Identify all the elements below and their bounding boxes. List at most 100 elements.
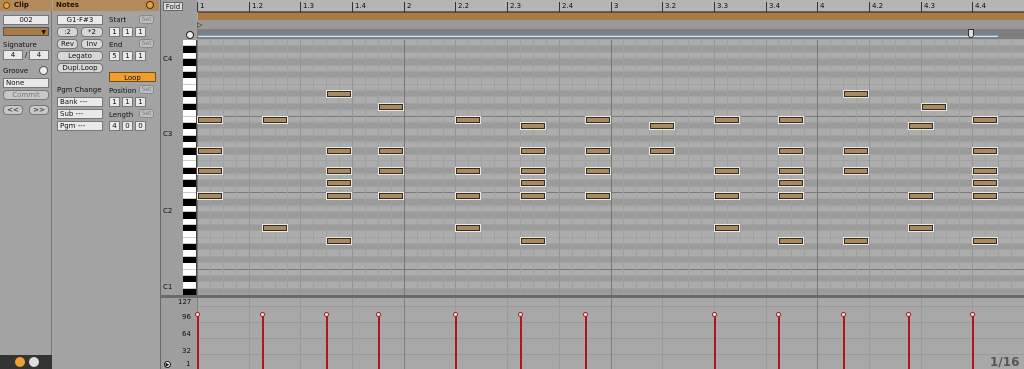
end-beat[interactable]: 1 [122,51,133,61]
velocity-handle[interactable] [970,312,975,317]
velocity-handle[interactable] [376,312,381,317]
midi-note[interactable] [456,193,480,199]
midi-note[interactable] [844,148,868,154]
midi-note[interactable] [327,148,351,154]
signature-numerator[interactable]: 4 [3,50,23,60]
velocity-stem[interactable] [908,315,910,369]
end-bar[interactable]: 5 [109,51,120,61]
prev-clip-button[interactable]: << [3,105,23,115]
midi-note[interactable] [586,193,610,199]
length-beats[interactable]: 0 [122,121,133,131]
midi-note[interactable] [521,123,545,129]
velocity-handle[interactable] [583,312,588,317]
midi-note[interactable] [586,148,610,154]
midi-note[interactable] [973,180,997,186]
midi-note[interactable] [779,148,803,154]
groove-select[interactable]: None [3,78,49,88]
midi-note[interactable] [844,238,868,244]
midi-note[interactable] [973,238,997,244]
velocity-stem[interactable] [378,315,380,369]
midi-note[interactable] [327,180,351,186]
velocity-handle[interactable] [195,312,200,317]
midi-note[interactable] [198,148,222,154]
sub-bank-field[interactable]: Sub --- [57,109,103,119]
velocity-stem[interactable] [778,315,780,369]
velocity-handle[interactable] [841,312,846,317]
velocity-handle[interactable] [712,312,717,317]
loop-start-marker-icon[interactable]: ▷ [197,21,202,29]
velocity-stem[interactable] [262,315,264,369]
velocity-handle[interactable] [260,312,265,317]
midi-note[interactable] [327,168,351,174]
midi-note[interactable] [379,168,403,174]
commit-button[interactable]: Commit [3,90,49,100]
midi-note[interactable] [521,238,545,244]
velocity-stem[interactable] [972,315,974,369]
signature-denominator[interactable]: 4 [29,50,49,60]
midi-note[interactable] [586,117,610,123]
midi-note[interactable] [909,123,933,129]
midi-note[interactable] [715,168,739,174]
midi-note[interactable] [521,148,545,154]
midi-note[interactable] [973,168,997,174]
midi-note[interactable] [456,225,480,231]
midi-note[interactable] [715,193,739,199]
next-clip-button[interactable]: >> [29,105,49,115]
midi-note[interactable] [909,193,933,199]
half-tempo-button[interactable]: :2 [57,27,78,37]
midi-note[interactable] [650,123,674,129]
midi-note[interactable] [379,104,403,110]
loop-brace[interactable] [198,12,1024,20]
clip-color-dropdown[interactable]: ▼ [3,27,49,36]
velocity-handle[interactable] [453,312,458,317]
midi-note[interactable] [973,117,997,123]
double-tempo-button[interactable]: *2 [81,27,103,37]
midi-note[interactable] [521,180,545,186]
midi-note[interactable] [844,91,868,97]
velocity-stem[interactable] [197,315,199,369]
end-set-button[interactable]: Set [139,39,154,48]
velocity-handle[interactable] [324,312,329,317]
midi-note[interactable] [779,193,803,199]
position-bar[interactable]: 1 [109,97,120,107]
invert-button[interactable]: Inv [81,39,103,49]
midi-note[interactable] [198,168,222,174]
midi-note[interactable] [521,193,545,199]
midi-note[interactable] [521,168,545,174]
program-field[interactable]: Pgm --- [57,121,103,131]
position-set-button[interactable]: Set [139,85,154,94]
beat-ruler[interactable]: 1 1.2 1.3 1.4 2 2.2 2.3 2.4 3 3.2 3.3 3.4 4 4.2 4.3 4.4 [197,0,1024,12]
position-sixteenth[interactable]: 1 [135,97,146,107]
midi-note[interactable] [973,148,997,154]
midi-note[interactable] [715,117,739,123]
midi-note[interactable] [198,117,222,123]
velocity-stem[interactable] [843,315,845,369]
start-set-button[interactable]: Set [139,15,154,24]
clip-name-field[interactable]: 002 [3,15,49,25]
midi-note[interactable] [327,91,351,97]
reverse-button[interactable]: Rev [57,39,78,49]
midi-note[interactable] [779,117,803,123]
length-bars[interactable]: 4 [109,121,120,131]
midi-note[interactable] [263,117,287,123]
velocity-lane[interactable] [195,298,1024,369]
midi-note[interactable] [779,168,803,174]
midi-note[interactable] [922,104,946,110]
notes-activator-icon[interactable] [146,1,154,9]
note-range-field[interactable]: G1-F#3 [57,15,103,25]
velocity-stem[interactable] [326,315,328,369]
midi-note[interactable] [586,168,610,174]
duplicate-loop-button[interactable]: Dupl.Loop [57,63,103,73]
midi-note[interactable] [844,168,868,174]
start-sixteenth[interactable]: 1 [135,27,146,37]
velocity-expand-icon[interactable]: ▶ [164,361,171,368]
velocity-stem[interactable] [520,315,522,369]
midi-note[interactable] [779,180,803,186]
velocity-stem[interactable] [585,315,587,369]
position-beat[interactable]: 1 [122,97,133,107]
bank-field[interactable]: Bank --- [57,97,103,107]
velocity-stem[interactable] [714,315,716,369]
midi-note[interactable] [327,193,351,199]
midi-icon[interactable] [15,357,25,367]
fold-button[interactable]: Fold [163,2,183,11]
